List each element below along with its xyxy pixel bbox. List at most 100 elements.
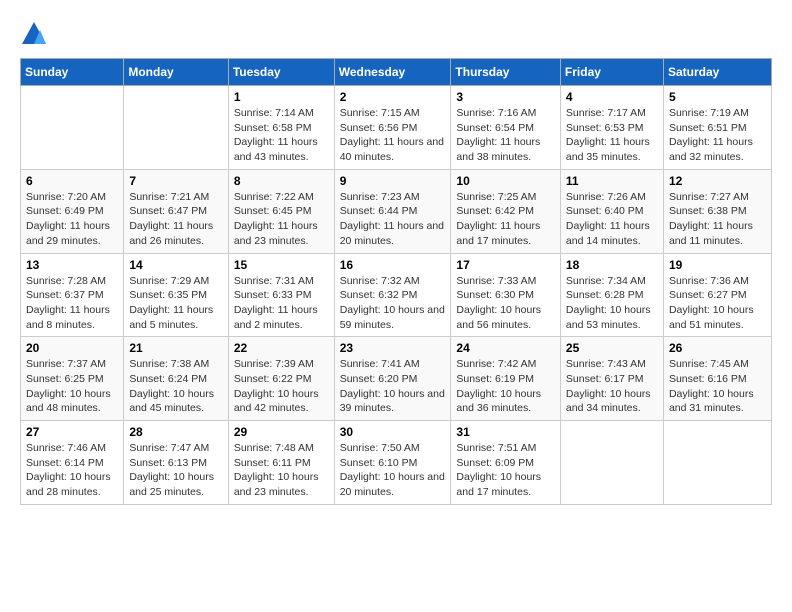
day-number: 24 <box>456 341 555 355</box>
day-number: 30 <box>340 425 446 439</box>
weekday-header: Sunday <box>21 59 124 86</box>
day-number: 2 <box>340 90 446 104</box>
day-info: Sunrise: 7:27 AMSunset: 6:38 PMDaylight:… <box>669 190 766 249</box>
day-info: Sunrise: 7:19 AMSunset: 6:51 PMDaylight:… <box>669 106 766 165</box>
calendar-cell: 7 Sunrise: 7:21 AMSunset: 6:47 PMDaylight… <box>124 169 228 253</box>
day-info: Sunrise: 7:33 AMSunset: 6:30 PMDaylight:… <box>456 274 555 333</box>
day-info: Sunrise: 7:39 AMSunset: 6:22 PMDaylight:… <box>234 357 329 416</box>
calendar-cell: 2 Sunrise: 7:15 AMSunset: 6:56 PMDaylight… <box>334 86 451 170</box>
calendar-week-row: 20 Sunrise: 7:37 AMSunset: 6:25 PMDayligh… <box>21 337 772 421</box>
day-info: Sunrise: 7:29 AMSunset: 6:35 PMDaylight:… <box>129 274 222 333</box>
calendar-cell: 19Sunrise: 7:36 AMSunset: 6:27 PMDayligh… <box>663 253 771 337</box>
calendar-cell: 21 Sunrise: 7:38 AMSunset: 6:24 PMDayligh… <box>124 337 228 421</box>
calendar-cell: 25 Sunrise: 7:43 AMSunset: 6:17 PMDayligh… <box>560 337 663 421</box>
calendar-cell: 23Sunrise: 7:41 AMSunset: 6:20 PMDayligh… <box>334 337 451 421</box>
day-number: 21 <box>129 341 222 355</box>
day-number: 3 <box>456 90 555 104</box>
day-number: 31 <box>456 425 555 439</box>
day-number: 10 <box>456 174 555 188</box>
day-number: 27 <box>26 425 118 439</box>
day-info: Sunrise: 7:46 AMSunset: 6:14 PMDaylight:… <box>26 441 118 500</box>
day-number: 4 <box>566 90 658 104</box>
day-info: Sunrise: 7:50 AMSunset: 6:10 PMDaylight:… <box>340 441 446 500</box>
calendar-cell: 6Sunrise: 7:20 AMSunset: 6:49 PMDaylight… <box>21 169 124 253</box>
calendar-cell: 5 Sunrise: 7:19 AMSunset: 6:51 PMDaylight… <box>663 86 771 170</box>
day-info: Sunrise: 7:14 AMSunset: 6:58 PMDaylight:… <box>234 106 329 165</box>
day-info: Sunrise: 7:21 AMSunset: 6:47 PMDaylight:… <box>129 190 222 249</box>
calendar-cell: 18 Sunrise: 7:34 AMSunset: 6:28 PMDayligh… <box>560 253 663 337</box>
day-number: 19 <box>669 258 766 272</box>
day-number: 7 <box>129 174 222 188</box>
day-number: 5 <box>669 90 766 104</box>
calendar-cell: 1 Sunrise: 7:14 AMSunset: 6:58 PMDaylight… <box>228 86 334 170</box>
day-number: 13 <box>26 258 118 272</box>
calendar-cell: 4 Sunrise: 7:17 AMSunset: 6:53 PMDaylight… <box>560 86 663 170</box>
calendar-header: SundayMondayTuesdayWednesdayThursdayFrid… <box>21 59 772 86</box>
calendar-cell <box>663 421 771 505</box>
day-number: 9 <box>340 174 446 188</box>
day-number: 16 <box>340 258 446 272</box>
calendar-week-row: 6Sunrise: 7:20 AMSunset: 6:49 PMDaylight… <box>21 169 772 253</box>
day-number: 17 <box>456 258 555 272</box>
day-number: 6 <box>26 174 118 188</box>
calendar-cell: 31Sunrise: 7:51 AMSunset: 6:09 PMDayligh… <box>451 421 561 505</box>
day-info: Sunrise: 7:47 AMSunset: 6:13 PMDaylight:… <box>129 441 222 500</box>
calendar-cell: 17 Sunrise: 7:33 AMSunset: 6:30 PMDayligh… <box>451 253 561 337</box>
calendar-cell: 20 Sunrise: 7:37 AMSunset: 6:25 PMDayligh… <box>21 337 124 421</box>
day-info: Sunrise: 7:22 AMSunset: 6:45 PMDaylight:… <box>234 190 329 249</box>
day-number: 14 <box>129 258 222 272</box>
calendar-cell: 15Sunrise: 7:31 AMSunset: 6:33 PMDayligh… <box>228 253 334 337</box>
calendar-week-row: 1 Sunrise: 7:14 AMSunset: 6:58 PMDaylight… <box>21 86 772 170</box>
day-number: 26 <box>669 341 766 355</box>
day-info: Sunrise: 7:26 AMSunset: 6:40 PMDaylight:… <box>566 190 658 249</box>
calendar-cell: 3 Sunrise: 7:16 AMSunset: 6:54 PMDaylight… <box>451 86 561 170</box>
calendar-cell: 9Sunrise: 7:23 AMSunset: 6:44 PMDaylight… <box>334 169 451 253</box>
day-info: Sunrise: 7:17 AMSunset: 6:53 PMDaylight:… <box>566 106 658 165</box>
calendar-cell <box>124 86 228 170</box>
calendar-cell: 22 Sunrise: 7:39 AMSunset: 6:22 PMDayligh… <box>228 337 334 421</box>
day-info: Sunrise: 7:31 AMSunset: 6:33 PMDaylight:… <box>234 274 329 333</box>
day-number: 22 <box>234 341 329 355</box>
calendar-cell: 29 Sunrise: 7:48 AMSunset: 6:11 PMDayligh… <box>228 421 334 505</box>
day-info: Sunrise: 7:15 AMSunset: 6:56 PMDaylight:… <box>340 106 446 165</box>
day-number: 8 <box>234 174 329 188</box>
day-info: Sunrise: 7:43 AMSunset: 6:17 PMDaylight:… <box>566 357 658 416</box>
calendar-table: SundayMondayTuesdayWednesdayThursdayFrid… <box>20 58 772 505</box>
day-number: 18 <box>566 258 658 272</box>
day-info: Sunrise: 7:34 AMSunset: 6:28 PMDaylight:… <box>566 274 658 333</box>
calendar-week-row: 13 Sunrise: 7:28 AMSunset: 6:37 PMDayligh… <box>21 253 772 337</box>
calendar-cell: 30 Sunrise: 7:50 AMSunset: 6:10 PMDayligh… <box>334 421 451 505</box>
weekday-header: Monday <box>124 59 228 86</box>
calendar-cell <box>21 86 124 170</box>
day-info: Sunrise: 7:28 AMSunset: 6:37 PMDaylight:… <box>26 274 118 333</box>
day-number: 28 <box>129 425 222 439</box>
day-info: Sunrise: 7:16 AMSunset: 6:54 PMDaylight:… <box>456 106 555 165</box>
calendar-cell: 12 Sunrise: 7:27 AMSunset: 6:38 PMDayligh… <box>663 169 771 253</box>
day-info: Sunrise: 7:48 AMSunset: 6:11 PMDaylight:… <box>234 441 329 500</box>
day-number: 23 <box>340 341 446 355</box>
day-info: Sunrise: 7:37 AMSunset: 6:25 PMDaylight:… <box>26 357 118 416</box>
weekday-header: Friday <box>560 59 663 86</box>
calendar-cell: 8 Sunrise: 7:22 AMSunset: 6:45 PMDaylight… <box>228 169 334 253</box>
day-number: 29 <box>234 425 329 439</box>
day-number: 12 <box>669 174 766 188</box>
weekday-header: Thursday <box>451 59 561 86</box>
day-info: Sunrise: 7:45 AMSunset: 6:16 PMDaylight:… <box>669 357 766 416</box>
weekday-row: SundayMondayTuesdayWednesdayThursdayFrid… <box>21 59 772 86</box>
calendar-body: 1 Sunrise: 7:14 AMSunset: 6:58 PMDaylight… <box>21 86 772 505</box>
calendar-cell: 16Sunrise: 7:32 AMSunset: 6:32 PMDayligh… <box>334 253 451 337</box>
calendar-cell: 26 Sunrise: 7:45 AMSunset: 6:16 PMDayligh… <box>663 337 771 421</box>
day-number: 20 <box>26 341 118 355</box>
day-info: Sunrise: 7:38 AMSunset: 6:24 PMDaylight:… <box>129 357 222 416</box>
calendar-cell: 27 Sunrise: 7:46 AMSunset: 6:14 PMDayligh… <box>21 421 124 505</box>
day-number: 1 <box>234 90 329 104</box>
day-info: Sunrise: 7:42 AMSunset: 6:19 PMDaylight:… <box>456 357 555 416</box>
page-header <box>20 20 772 48</box>
weekday-header: Saturday <box>663 59 771 86</box>
weekday-header: Tuesday <box>228 59 334 86</box>
day-number: 25 <box>566 341 658 355</box>
day-info: Sunrise: 7:25 AMSunset: 6:42 PMDaylight:… <box>456 190 555 249</box>
calendar-cell <box>560 421 663 505</box>
day-number: 11 <box>566 174 658 188</box>
calendar-week-row: 27 Sunrise: 7:46 AMSunset: 6:14 PMDayligh… <box>21 421 772 505</box>
